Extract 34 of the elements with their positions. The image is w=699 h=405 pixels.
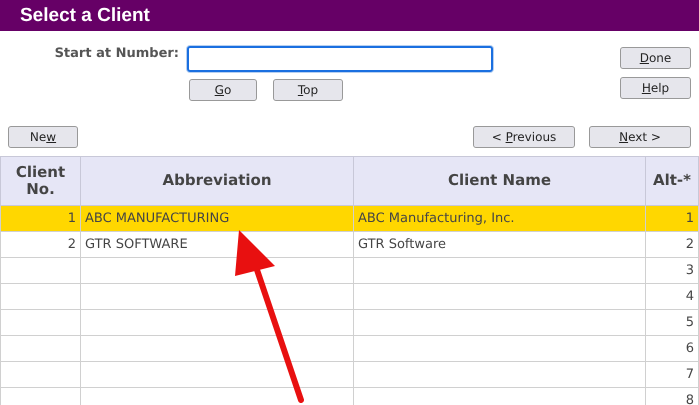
column-header: Alt-*: [646, 156, 698, 206]
table-cell: GTR Software: [358, 237, 446, 252]
table-cell: 2: [68, 237, 76, 252]
column-header: Abbreviation: [80, 156, 354, 206]
column-header: Client No.: [0, 156, 80, 206]
table-row[interactable]: 7: [0, 362, 698, 388]
table-cell: 1: [686, 211, 694, 226]
table-row[interactable]: 4: [0, 284, 698, 310]
table-cell: 3: [686, 263, 694, 278]
table-cell: ABC Manufacturing, Inc.: [358, 211, 515, 226]
previous-button[interactable]: < Previous: [473, 126, 575, 148]
table-row[interactable]: 8: [0, 388, 698, 405]
table-cell: 4: [686, 289, 694, 304]
table-cell: GTR SOFTWARE: [85, 237, 188, 252]
done-button[interactable]: Done: [620, 47, 691, 69]
go-button[interactable]: Go: [189, 79, 257, 101]
table-cell: 2: [686, 237, 694, 252]
column-header: Client Name: [354, 156, 646, 206]
table-cell: ABC MANUFACTURING: [85, 211, 230, 226]
window-title: Select a Client: [20, 4, 150, 26]
table-row[interactable]: 1 ABC MANUFACTURING ABC Manufacturing, Inc. 1: [0, 206, 698, 232]
table-row[interactable]: 6: [0, 336, 698, 362]
help-button[interactable]: Help: [620, 77, 691, 99]
table-row[interactable]: 5: [0, 310, 698, 336]
top-button[interactable]: Top: [273, 79, 343, 101]
next-button[interactable]: Next >: [589, 126, 691, 148]
table-cell: 1: [68, 211, 76, 226]
table-cell: 7: [686, 367, 694, 382]
input-field[interactable]: [187, 46, 493, 72]
table-cell: 5: [686, 315, 694, 330]
table-cell: 8: [686, 393, 694, 405]
new-button[interactable]: New: [8, 126, 78, 148]
field-label: Start at Number:: [54, 46, 179, 61]
table-cell: 6: [686, 341, 694, 356]
